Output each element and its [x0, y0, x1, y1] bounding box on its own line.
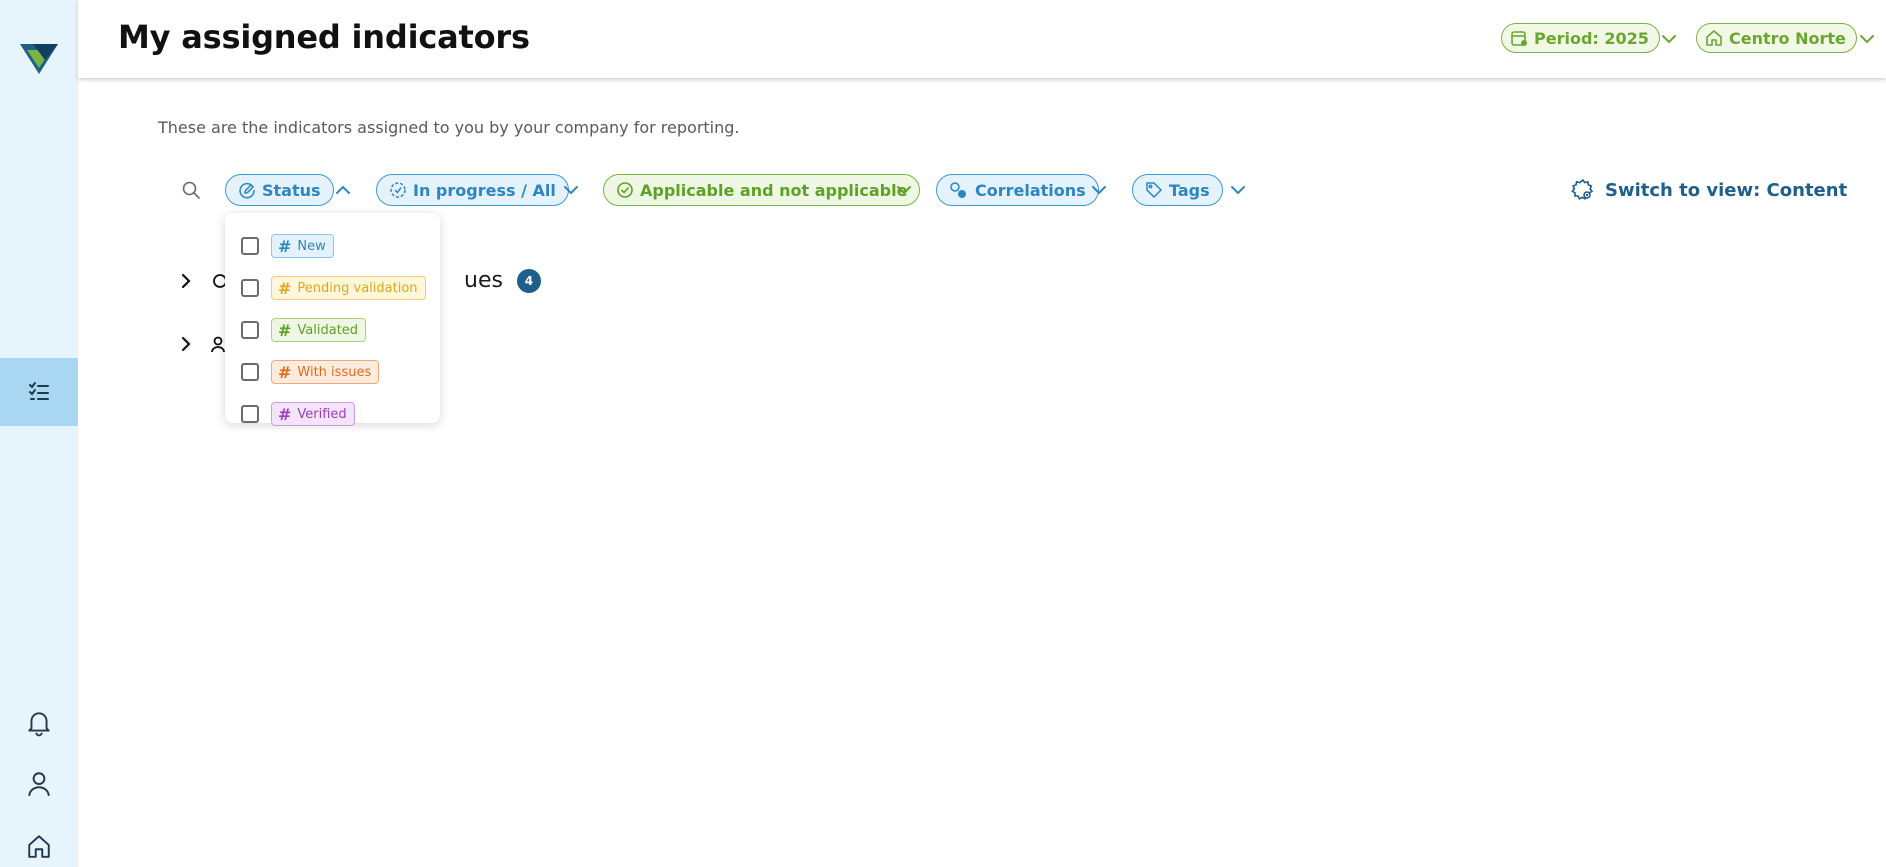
chevron-down-icon[interactable]: [1858, 30, 1876, 48]
hash-icon: #: [278, 320, 292, 340]
switch-view-button[interactable]: Switch to view: Content: [1571, 178, 1847, 202]
filter-progress[interactable]: In progress / All: [376, 174, 569, 206]
hash-icon: #: [278, 362, 292, 382]
chevron-up-icon[interactable]: [334, 181, 352, 199]
filter-correlations-label: Correlations: [975, 180, 1086, 200]
hash-icon: #: [278, 236, 292, 256]
status-tag-with-issues: # With issues: [271, 360, 380, 384]
status-tag-label: Verified: [297, 406, 347, 422]
chevron-right-icon[interactable]: [176, 271, 196, 291]
status-option-pending-validation[interactable]: # Pending validation: [241, 273, 426, 303]
chevron-down-icon[interactable]: [562, 181, 580, 199]
filter-status-label: Status: [262, 180, 321, 200]
search-icon[interactable]: [181, 180, 201, 200]
status-tag-new: # New: [271, 234, 334, 258]
status-tag-label: Validated: [297, 322, 359, 338]
status-dropdown: # New # Pending validation # Validated #…: [225, 213, 440, 426]
home-outline-icon: [1706, 30, 1722, 46]
checkbox[interactable]: [241, 279, 259, 297]
page-header: My assigned indicators Period: 2025 Cent…: [78, 0, 1886, 78]
sidebar-item-notifications[interactable]: [0, 705, 78, 741]
chevron-right-icon[interactable]: [176, 334, 196, 354]
checkbox[interactable]: [241, 321, 259, 339]
status-option-verified[interactable]: # Verified: [241, 399, 355, 429]
status-tag-validated: # Validated: [271, 318, 367, 342]
correlation-icon: [950, 182, 966, 198]
sidebar: [0, 0, 78, 867]
period-selector[interactable]: Period: 2025: [1501, 23, 1660, 53]
filter-applicability-label: Applicable and not applicable: [640, 180, 908, 200]
status-tag-label: With issues: [297, 364, 372, 380]
status-tag-label: New: [297, 238, 326, 254]
page-title: My assigned indicators: [118, 18, 530, 56]
filter-tags[interactable]: Tags: [1132, 174, 1223, 206]
chevron-down-icon[interactable]: [895, 181, 913, 199]
indicator-group-label: ues: [464, 268, 503, 293]
location-label: Centro Norte: [1729, 28, 1846, 48]
filter-tags-label: Tags: [1169, 180, 1210, 200]
status-option-with-issues[interactable]: # With issues: [241, 357, 380, 387]
filter-applicability[interactable]: Applicable and not applicable: [603, 174, 921, 206]
hash-icon: #: [278, 404, 292, 424]
status-tag-pending-validation: # Pending validation: [271, 276, 426, 300]
company-logo-icon[interactable]: [19, 38, 59, 78]
home-icon: [28, 835, 50, 858]
calendar-icon: [1511, 31, 1527, 46]
chevron-down-icon[interactable]: [1229, 181, 1247, 199]
location-selector[interactable]: Centro Norte: [1696, 23, 1857, 53]
period-label: Period: 2025: [1534, 28, 1649, 48]
page-subtitle: These are the indicators assigned to you…: [158, 118, 740, 137]
status-option-new[interactable]: # New: [241, 231, 334, 261]
status-option-validated[interactable]: # Validated: [241, 315, 367, 345]
sidebar-item-indicators[interactable]: [0, 358, 78, 426]
hash-icon: #: [278, 278, 292, 298]
dashed-circle-icon: [390, 182, 406, 198]
checklist-icon: [29, 382, 49, 400]
indicator-group-row[interactable]: [176, 334, 230, 354]
status-tag-label: Pending validation: [297, 280, 418, 296]
user-icon: [28, 772, 50, 796]
check-circle-icon: [617, 182, 633, 198]
checkbox[interactable]: [241, 237, 259, 255]
gear-eye-icon: [1571, 178, 1594, 200]
chevron-down-icon[interactable]: [1660, 30, 1678, 48]
sidebar-item-home[interactable]: [0, 828, 78, 864]
tag-icon: [1146, 182, 1162, 198]
pencil-circle-icon: [239, 182, 255, 199]
switch-view-label: Switch to view: Content: [1605, 179, 1848, 201]
filter-status[interactable]: Status: [225, 174, 334, 206]
filter-correlations[interactable]: Correlations: [936, 174, 1099, 206]
filter-progress-label: In progress / All: [413, 180, 556, 200]
checkbox[interactable]: [241, 405, 259, 423]
sidebar-item-profile[interactable]: [0, 766, 78, 802]
bell-icon: [28, 712, 50, 737]
status-tag-verified: # Verified: [271, 402, 355, 426]
chevron-down-icon[interactable]: [1090, 181, 1108, 199]
indicator-count-badge: 4: [516, 268, 541, 293]
checkbox[interactable]: [241, 363, 259, 381]
